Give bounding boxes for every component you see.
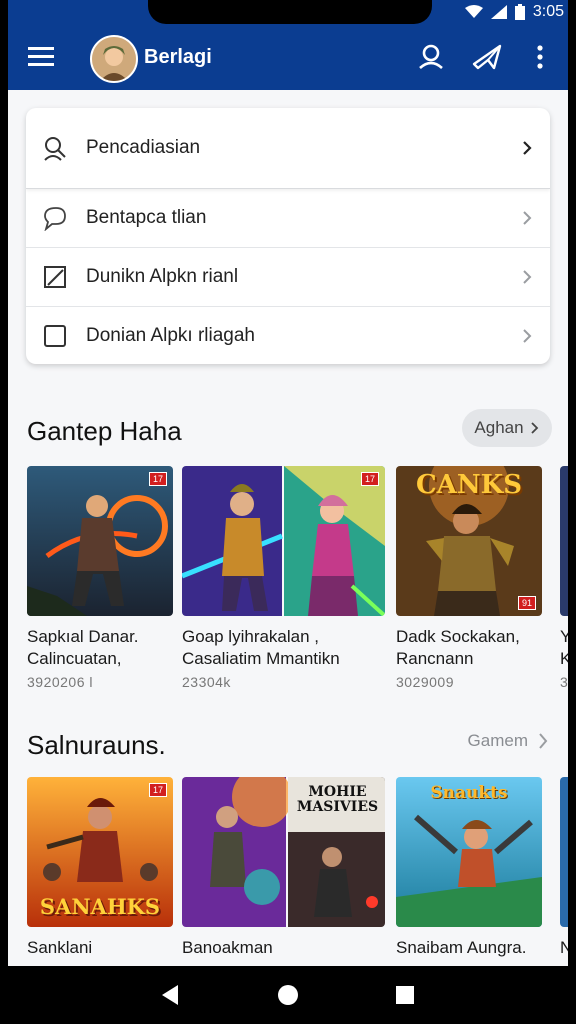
edit-icon <box>44 266 66 288</box>
age-badge: 17 <box>148 783 167 797</box>
app-bar: Berlagi <box>8 24 568 90</box>
age-badge: 17 <box>360 472 379 486</box>
age-badge: 17 <box>148 472 167 486</box>
chevron-right-icon <box>523 270 532 284</box>
section-title: Gantep Haha <box>27 416 182 446</box>
game-thumbnail: 17 <box>27 466 173 616</box>
game-title: N <box>560 938 568 957</box>
chevron-right-icon <box>523 141 532 155</box>
chevron-right-icon <box>523 211 532 225</box>
section-title: Salnurauns. <box>27 730 166 760</box>
menu-item-checkbox[interactable]: Donian Alpkı rliagah <box>26 307 550 364</box>
game-card[interactable]: Y K 3 <box>560 466 568 690</box>
wifi-icon <box>464 5 483 18</box>
game-thumbnail: SANAHKS 17 <box>27 777 173 927</box>
game-card[interactable]: 17 Sapkıal Danar. Calincuatan, 3920206 l <box>27 466 173 690</box>
game-thumbnail: 17 <box>182 466 385 616</box>
user-icon[interactable] <box>416 42 446 72</box>
game-count: 23304k <box>182 674 231 690</box>
signal-icon <box>490 5 507 19</box>
chevron-right-icon <box>539 733 548 749</box>
menu-item-label: Dunikn Alpkn rianl <box>86 266 239 287</box>
menu-icon[interactable] <box>26 44 56 70</box>
menu-item-label: Pencadiasian <box>86 137 201 158</box>
recents-icon[interactable] <box>396 986 414 1004</box>
system-nav-bar <box>8 966 568 1024</box>
game-art-title: MOHIE MASIVIES <box>296 784 379 815</box>
age-badge: 91 <box>517 596 536 610</box>
more-vert-icon[interactable] <box>530 42 550 72</box>
game-count: 3920206 l <box>27 674 94 690</box>
game-card[interactable]: SANAHKS 17 Sanklani <box>27 777 173 959</box>
game-art-title: CANKS <box>415 470 522 500</box>
app-screen: 3:05 Berlagi Pencadiasian Bentapca tlian… <box>8 0 568 1024</box>
back-icon[interactable] <box>160 984 180 1006</box>
menu-item-search[interactable]: Pencadiasian <box>26 108 550 189</box>
game-title: Sapkıal Danar. Calincuatan, <box>27 627 139 668</box>
checkbox-icon <box>44 325 66 347</box>
game-card[interactable]: N <box>560 777 568 959</box>
game-thumbnail: MOHIE MASIVIES <box>182 777 385 927</box>
chat-icon <box>44 207 66 231</box>
home-icon[interactable] <box>277 984 299 1006</box>
game-card[interactable]: MOHIE MASIVIES Banoakman <box>182 777 385 959</box>
game-title: Banoakman <box>182 938 273 957</box>
menu-item-edit[interactable]: Dunikn Alpkn rianl <box>26 248 550 307</box>
see-more-label: Aghan <box>474 418 524 437</box>
see-more-label: Gamem <box>467 731 528 750</box>
search-icon <box>44 137 66 161</box>
battery-icon <box>514 4 525 20</box>
game-art-title: Snaukts <box>430 783 508 803</box>
game-thumbnail <box>560 466 568 616</box>
menu-item-label: Bentapca tlian <box>86 207 207 228</box>
status-time: 3:05 <box>532 3 564 20</box>
chevron-right-icon <box>523 329 532 343</box>
airplane-icon[interactable] <box>472 42 502 72</box>
see-more-button[interactable]: Gamem <box>468 731 548 751</box>
app-title: Berlagi <box>144 46 212 68</box>
game-title: Snaibam Aungra. <box>396 938 527 957</box>
game-title: Goap lyihrakalan , Casaliatim Mmantikn <box>182 627 340 668</box>
avatar[interactable] <box>90 35 138 83</box>
status-bar: 3:05 <box>8 0 568 24</box>
status-icons: 3:05 <box>464 2 564 22</box>
chevron-right-icon <box>530 422 538 434</box>
menu-item-label: Donian Alpkı rliagah <box>86 325 255 346</box>
menu-item-chat[interactable]: Bentapca tlian <box>26 189 550 248</box>
main-content: Pencadiasian Bentapca tlian Dunikn Alpkn… <box>8 90 568 966</box>
game-count: 3029009 <box>396 674 455 690</box>
game-card[interactable]: CANKS 91 Dadk Sockakan, Rancnann 3029009 <box>396 466 542 690</box>
game-title: Dadk Sockakan, Rancnann <box>396 627 520 668</box>
camera-notch <box>148 0 432 24</box>
game-count: 3 <box>560 674 568 690</box>
see-more-button[interactable]: Aghan <box>462 409 552 447</box>
game-card[interactable]: Snaukts Snaibam Aungra. <box>396 777 542 959</box>
menu-card: Pencadiasian Bentapca tlian Dunikn Alpkn… <box>26 108 550 364</box>
game-thumbnail <box>560 777 568 927</box>
game-title: Sanklani <box>27 938 93 957</box>
game-art-title: SANAHKS <box>39 894 161 919</box>
game-title: Y K <box>560 627 568 668</box>
game-thumbnail: CANKS 91 <box>396 466 542 616</box>
game-card[interactable]: 17 Goap lyihrakalan , Casaliatim Mmantik… <box>182 466 385 690</box>
game-thumbnail: Snaukts <box>396 777 542 927</box>
